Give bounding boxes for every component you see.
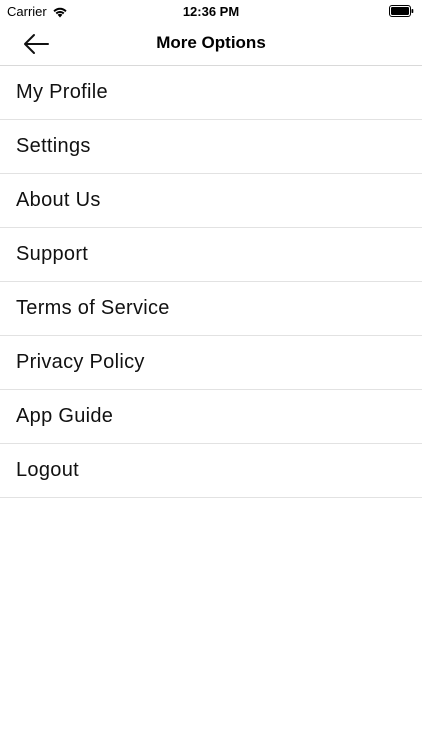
menu-item-about-us[interactable]: About Us <box>0 174 422 228</box>
menu-item-label: About Us <box>16 189 101 211</box>
menu-item-label: Privacy Policy <box>16 351 145 373</box>
page-title: More Options <box>156 33 266 52</box>
menu-item-label: Logout <box>16 459 79 481</box>
battery-icon <box>389 5 414 17</box>
menu-item-label: App Guide <box>16 405 114 427</box>
menu-item-label: Support <box>16 243 89 265</box>
menu-item-privacy-policy[interactable]: Privacy Policy <box>0 336 422 390</box>
status-time: 12:36 PM <box>182 4 240 19</box>
menu-item-terms-of-service[interactable]: Terms of Service <box>0 282 422 336</box>
navigation-bar: More Options <box>0 22 422 66</box>
status-bar: Carrier 12:36 PM <box>0 0 422 22</box>
options-menu: My Profile Settings About Us Support Ter… <box>0 66 422 498</box>
menu-item-my-profile[interactable]: My Profile <box>0 66 422 120</box>
menu-item-app-guide[interactable]: App Guide <box>0 390 422 444</box>
menu-item-settings[interactable]: Settings <box>0 120 422 174</box>
menu-item-label: Settings <box>16 135 91 157</box>
menu-item-label: Terms of Service <box>16 297 170 319</box>
menu-item-label: My Profile <box>16 81 108 103</box>
menu-item-logout[interactable]: Logout <box>0 444 422 498</box>
menu-item-support[interactable]: Support <box>0 228 422 282</box>
